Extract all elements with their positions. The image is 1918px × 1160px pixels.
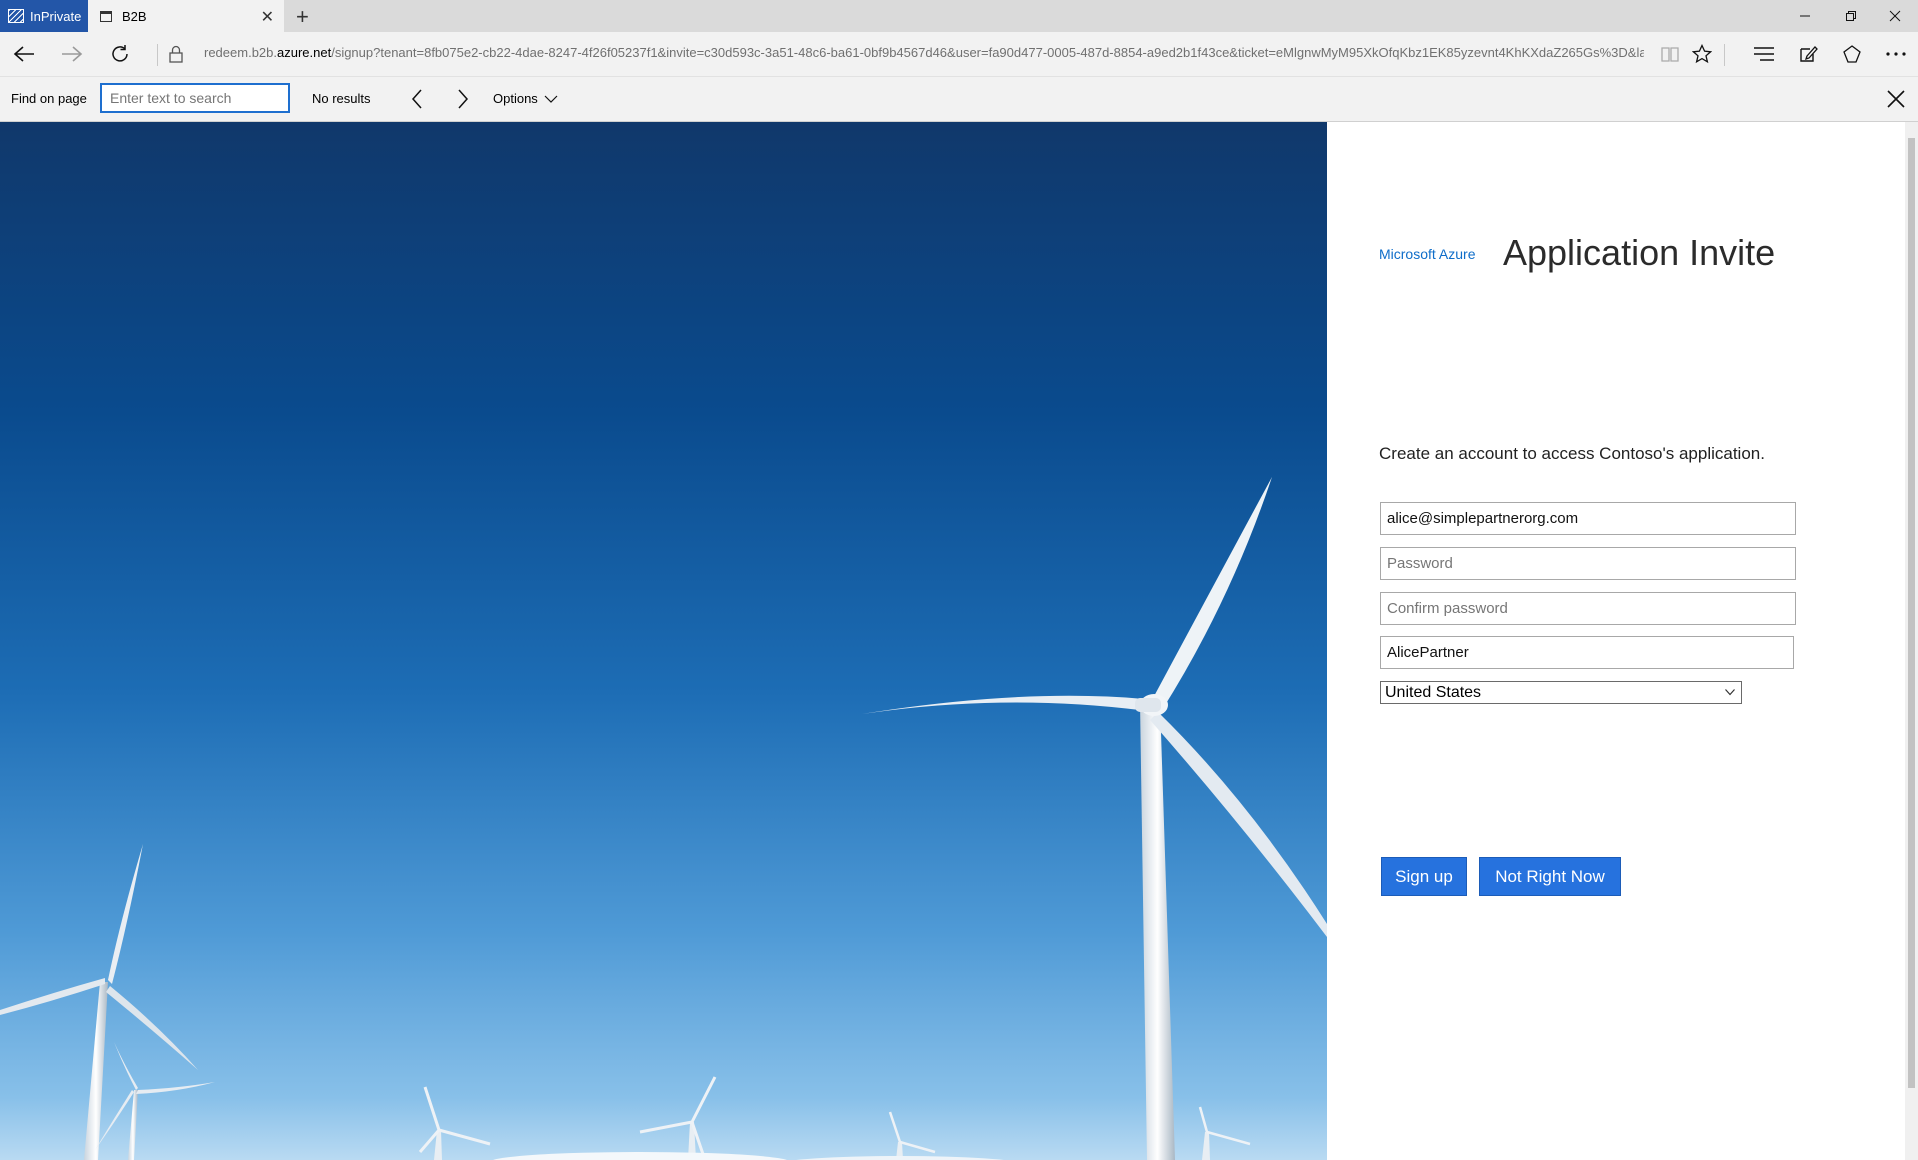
next-result-icon[interactable] — [450, 87, 474, 111]
find-options-button[interactable]: Options — [493, 91, 558, 106]
find-status: No results — [312, 91, 371, 106]
not-right-now-button[interactable]: Not Right Now — [1479, 857, 1621, 896]
scrollbar[interactable] — [1905, 122, 1918, 1160]
chevron-down-icon — [544, 95, 558, 103]
divider — [1724, 44, 1725, 66]
more-icon[interactable] — [1880, 38, 1912, 70]
divider — [157, 44, 158, 66]
page-icon — [100, 10, 112, 22]
brand-logo-text: Microsoft Azure — [1379, 246, 1476, 262]
share-icon[interactable] — [1836, 38, 1868, 70]
chevron-down-icon — [1725, 689, 1735, 696]
previous-result-icon[interactable] — [406, 87, 430, 111]
tab-title: B2B — [122, 8, 147, 24]
url-path: /signup?tenant=8fb075e2-cb22-4dae-8247-4… — [331, 45, 1644, 60]
find-input[interactable] — [100, 83, 290, 113]
favorite-star-icon[interactable] — [1686, 38, 1718, 70]
close-find-icon[interactable] — [1884, 87, 1908, 111]
tab-b2b[interactable]: B2B ✕ — [88, 0, 284, 32]
inprivate-badge: InPrivate — [0, 0, 88, 32]
restore-icon[interactable] — [1828, 0, 1874, 32]
wind-turbines-illustration — [0, 477, 1327, 1160]
back-icon[interactable] — [8, 38, 40, 70]
inprivate-icon — [8, 9, 24, 23]
country-selected-value: United States — [1385, 684, 1482, 701]
reading-view-icon[interactable] — [1654, 38, 1686, 70]
lock-icon[interactable] — [160, 38, 192, 70]
hub-icon[interactable] — [1748, 38, 1780, 70]
find-label: Find on page — [11, 91, 87, 106]
signup-panel: Microsoft Azure Application Invite Creat… — [1327, 122, 1905, 1160]
find-options-label: Options — [493, 91, 538, 106]
confirm-password-field[interactable] — [1380, 592, 1796, 625]
url-domain: azure.net — [277, 45, 332, 60]
new-tab-icon[interactable]: + — [296, 4, 309, 30]
sign-up-button[interactable]: Sign up — [1381, 857, 1467, 896]
find-bar: Find on page No results Options — [0, 77, 1918, 122]
email-field[interactable] — [1380, 502, 1796, 535]
minimize-icon[interactable] — [1782, 0, 1828, 32]
intro-text: Create an account to access Contoso's ap… — [1379, 444, 1765, 463]
tab-strip: InPrivate B2B ✕ + — [0, 0, 1918, 32]
close-tab-icon[interactable]: ✕ — [261, 7, 274, 27]
country-select[interactable]: United States — [1380, 681, 1742, 704]
web-note-icon[interactable] — [1792, 38, 1824, 70]
background-image — [0, 122, 1327, 1160]
forward-icon[interactable] — [56, 38, 88, 70]
scrollbar-thumb[interactable] — [1908, 138, 1915, 1088]
inprivate-label: InPrivate — [30, 8, 82, 24]
page-title: Application Invite — [1503, 232, 1776, 273]
url-field[interactable]: redeem.b2b.azure.net/signup?tenant=8fb07… — [204, 45, 1644, 60]
refresh-icon[interactable] — [104, 38, 136, 70]
password-field[interactable] — [1380, 547, 1796, 580]
close-window-icon[interactable] — [1872, 0, 1918, 32]
url-prefix: redeem.b2b. — [204, 45, 277, 60]
display-name-field[interactable] — [1380, 636, 1794, 669]
address-bar: redeem.b2b.azure.net/signup?tenant=8fb07… — [0, 32, 1918, 77]
